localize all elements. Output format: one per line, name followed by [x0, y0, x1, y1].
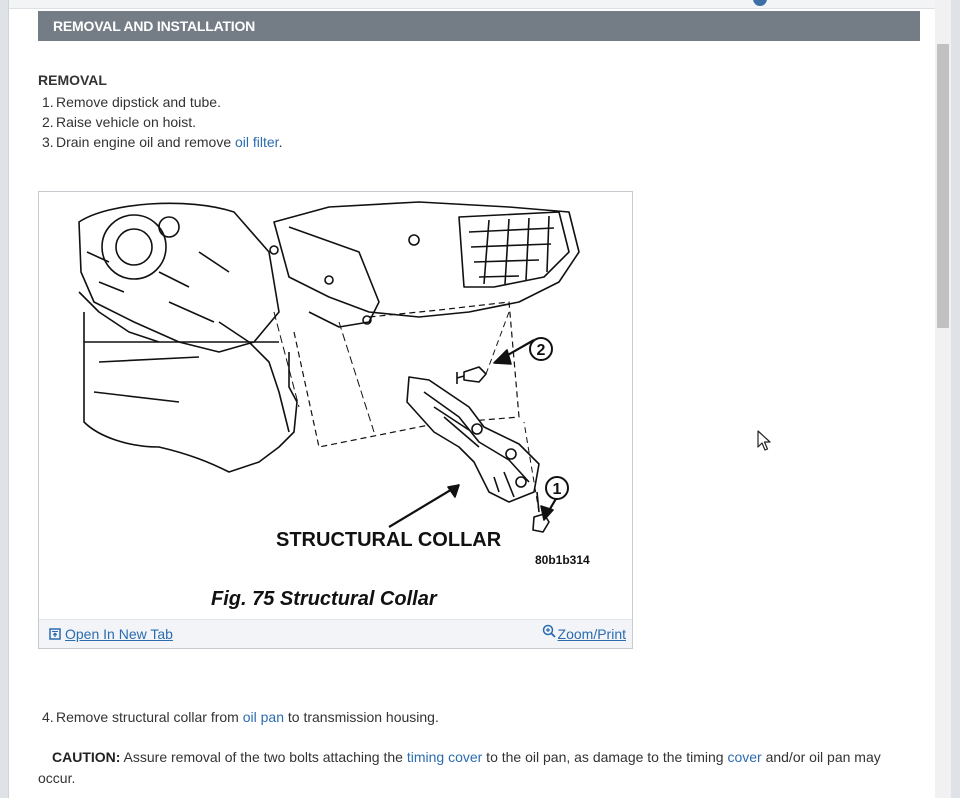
image-code: 80b1b314	[535, 553, 590, 567]
figure-container: 2 1 STRUCTURAL COLLAR 80b1b314 Fig. 75 S…	[38, 191, 633, 649]
figure-caption: Fig. 75 Structural Collar	[211, 588, 438, 610]
list-item: 2. Raise vehicle on hoist.	[38, 112, 282, 132]
cover-link[interactable]: cover	[727, 749, 761, 765]
timing-cover-link[interactable]: timing cover	[407, 749, 482, 765]
callout-2: 2	[537, 342, 546, 359]
list-item: 1. Remove dipstick and tube.	[38, 92, 282, 112]
callout-1: 1	[553, 481, 562, 498]
step-4: 4. Remove structural collar from oil pan …	[42, 707, 439, 727]
top-strip	[9, 0, 935, 9]
structural-collar-diagram[interactable]: 2 1 STRUCTURAL COLLAR 80b1b314 Fig. 75 S…	[39, 192, 632, 620]
removal-heading: REMOVAL	[38, 72, 107, 88]
step-text-end: .	[278, 134, 283, 150]
step-number: 1.	[42, 94, 54, 110]
section-header: REMOVAL AND INSTALLATION	[38, 11, 920, 41]
step-text-end: to transmission housing.	[283, 709, 439, 725]
open-in-new-tab-label: Open In New Tab	[65, 626, 173, 642]
structural-collar-label: STRUCTURAL COLLAR	[276, 529, 502, 551]
zoom-icon	[542, 624, 556, 638]
window-right-edge	[951, 0, 960, 798]
caution-text: Assure removal of the two bolts attachin…	[120, 749, 407, 765]
step-number: 3.	[42, 134, 54, 150]
list-item: 3. Drain engine oil and remove oil filter…	[38, 132, 282, 152]
step-text: Drain engine oil and remove	[56, 134, 235, 150]
step-text: Remove dipstick and tube.	[56, 94, 221, 110]
mouse-cursor-icon	[757, 430, 771, 451]
caution-text: to the oil pan, as damage to the timing	[482, 749, 728, 765]
figure-footer: Open In New Tab Zoom/Print	[39, 619, 632, 648]
zoom-print-label: Zoom/Print	[557, 626, 626, 642]
zoom-print-link[interactable]: Zoom/Print	[542, 620, 626, 648]
oil-pan-link[interactable]: oil pan	[243, 709, 284, 725]
content-panel: REMOVAL AND INSTALLATION REMOVAL 1. Remov…	[9, 0, 935, 798]
step-number: 4.	[42, 709, 54, 725]
step-number: 2.	[42, 114, 54, 130]
caution-label: CAUTION:	[52, 749, 121, 765]
open-in-new-tab-link[interactable]: Open In New Tab	[49, 620, 173, 648]
window-left-edge	[0, 0, 9, 798]
oil-filter-link[interactable]: oil filter	[235, 134, 279, 150]
scrollbar-thumb[interactable]	[937, 44, 949, 328]
removal-steps: 1. Remove dipstick and tube. 2. Raise vehi…	[38, 92, 282, 152]
toolbar-circle-icon[interactable]	[753, 0, 767, 6]
open-new-tab-icon	[49, 628, 61, 640]
step-text: Raise vehicle on hoist.	[56, 114, 197, 130]
step-text: Remove structural collar from	[56, 709, 243, 725]
caution-note: CAUTION: Assure removal of the two bolts…	[38, 747, 908, 789]
